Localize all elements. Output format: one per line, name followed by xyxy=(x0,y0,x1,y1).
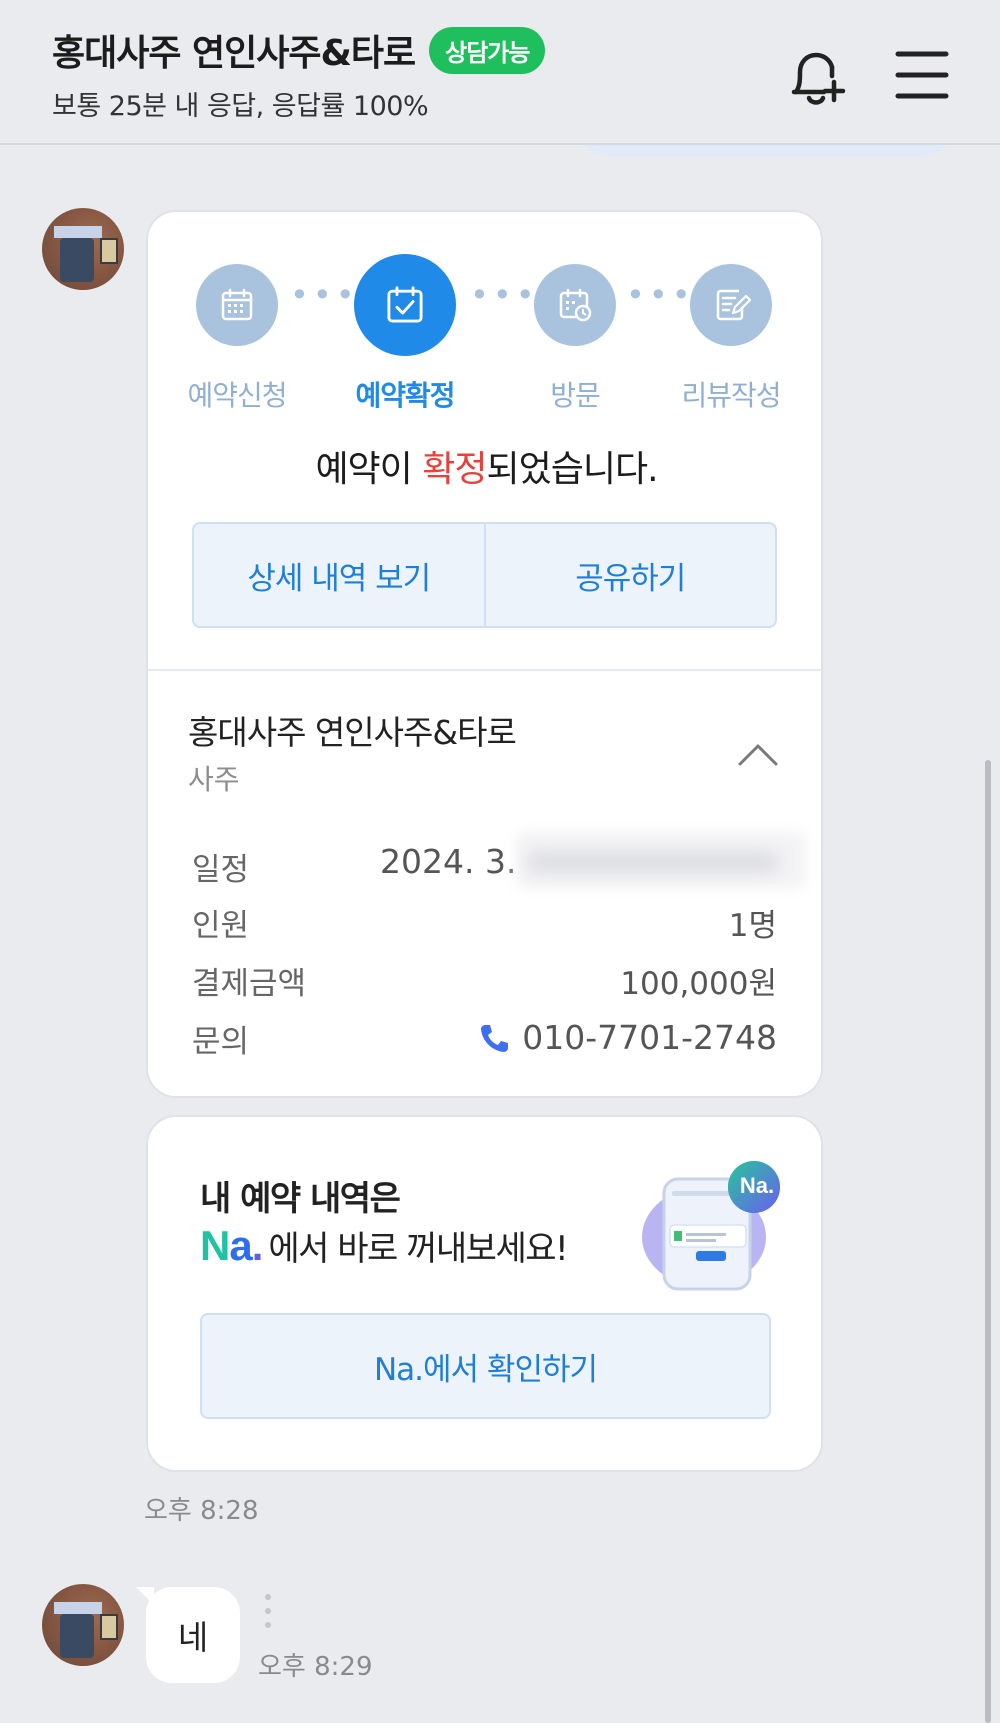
share-button[interactable]: 공유하기 xyxy=(483,524,776,626)
view-details-button[interactable]: 상세 내역 보기 xyxy=(194,524,484,626)
step-confirm-circle xyxy=(354,254,456,356)
edit-note-icon xyxy=(716,289,751,321)
na-logo: Na. xyxy=(200,1221,263,1269)
contact-label: 문의 xyxy=(192,1024,250,1060)
reply-message-bubble[interactable]: 네 xyxy=(146,1587,240,1683)
promo-card: 내 예약 내역은 Na. 에서 바로 꺼내보세요! Na. Na.에서 확인하기 xyxy=(146,1115,823,1472)
date-value: 2024. 3. xyxy=(380,842,517,881)
response-info: 보통 25분 내 응답, 응답률 100% xyxy=(52,91,429,122)
step-connector: ••• xyxy=(470,276,539,314)
people-value: 1명 xyxy=(728,908,777,944)
more-options-icon[interactable] xyxy=(258,1594,278,1634)
confirm-highlight: 확정 xyxy=(422,449,487,490)
reservation-card: ••• ••• ••• 예약신청 예약확정 방문 리뷰작성 예약이 확정되었습니… xyxy=(146,210,823,1098)
amount-value: 100,000원 xyxy=(620,966,777,1002)
action-buttons: 상세 내역 보기 공유하기 xyxy=(192,522,777,628)
step-request-circle xyxy=(196,264,278,346)
contact-phone[interactable]: 010-7701-2748 xyxy=(478,1018,777,1057)
calendar-clock-icon xyxy=(559,288,592,322)
message-timestamp: 오후 8:28 xyxy=(144,1496,259,1526)
na-badge: Na. xyxy=(739,1173,775,1198)
calendar-grid-icon xyxy=(221,288,253,321)
step-review-circle xyxy=(690,264,772,346)
step-label-confirm: 예약확정 xyxy=(355,379,455,412)
amount-label: 결제금액 xyxy=(192,966,307,1002)
shop-name: 홍대사주 연인사주&타로 xyxy=(188,713,517,752)
people-label: 인원 xyxy=(192,908,250,944)
step-label-review: 리뷰작성 xyxy=(681,379,781,412)
promo-line2-text: 에서 바로 꺼내보세요! xyxy=(268,1229,568,1269)
blurred-date-detail xyxy=(528,852,778,872)
message-timestamp: 오후 8:29 xyxy=(258,1652,373,1682)
avatar[interactable] xyxy=(42,1584,124,1666)
promo-line1: 내 예약 내역은 xyxy=(200,1179,401,1219)
step-label-visit: 방문 xyxy=(550,379,601,412)
contact-phone-number: 010-7701-2748 xyxy=(522,1018,777,1057)
confirmation-message: 예약이 확정되었습니다. xyxy=(315,449,658,490)
step-connector: ••• xyxy=(626,276,695,314)
status-badge: 상담가능 xyxy=(429,26,546,74)
divider xyxy=(148,669,821,671)
phone-icon xyxy=(481,1024,509,1052)
scrollbar[interactable] xyxy=(985,760,991,1723)
chat-title: 홍대사주 연인사주&타로 xyxy=(52,33,416,74)
hamburger-menu-icon[interactable] xyxy=(888,40,960,112)
shop-category: 사주 xyxy=(188,763,240,796)
step-label-request: 예약신청 xyxy=(187,379,287,412)
open-in-na-button[interactable]: Na.에서 확인하기 xyxy=(200,1313,771,1419)
chat-header: 홍대사주 연인사주&타로 상담가능 보통 25분 내 응답, 응답률 100% xyxy=(0,0,1000,145)
calendar-check-icon xyxy=(387,286,423,323)
step-connector: ••• xyxy=(290,276,359,314)
chevron-up-icon[interactable] xyxy=(736,740,780,770)
bell-plus-icon[interactable] xyxy=(780,40,852,112)
promo-line2: Na. 에서 바로 꺼내보세요! xyxy=(200,1221,569,1270)
header-title-row: 홍대사주 연인사주&타로 상담가능 xyxy=(52,24,546,76)
avatar[interactable] xyxy=(42,208,124,290)
date-label: 일정 xyxy=(192,852,250,888)
step-visit-circle xyxy=(534,264,616,346)
